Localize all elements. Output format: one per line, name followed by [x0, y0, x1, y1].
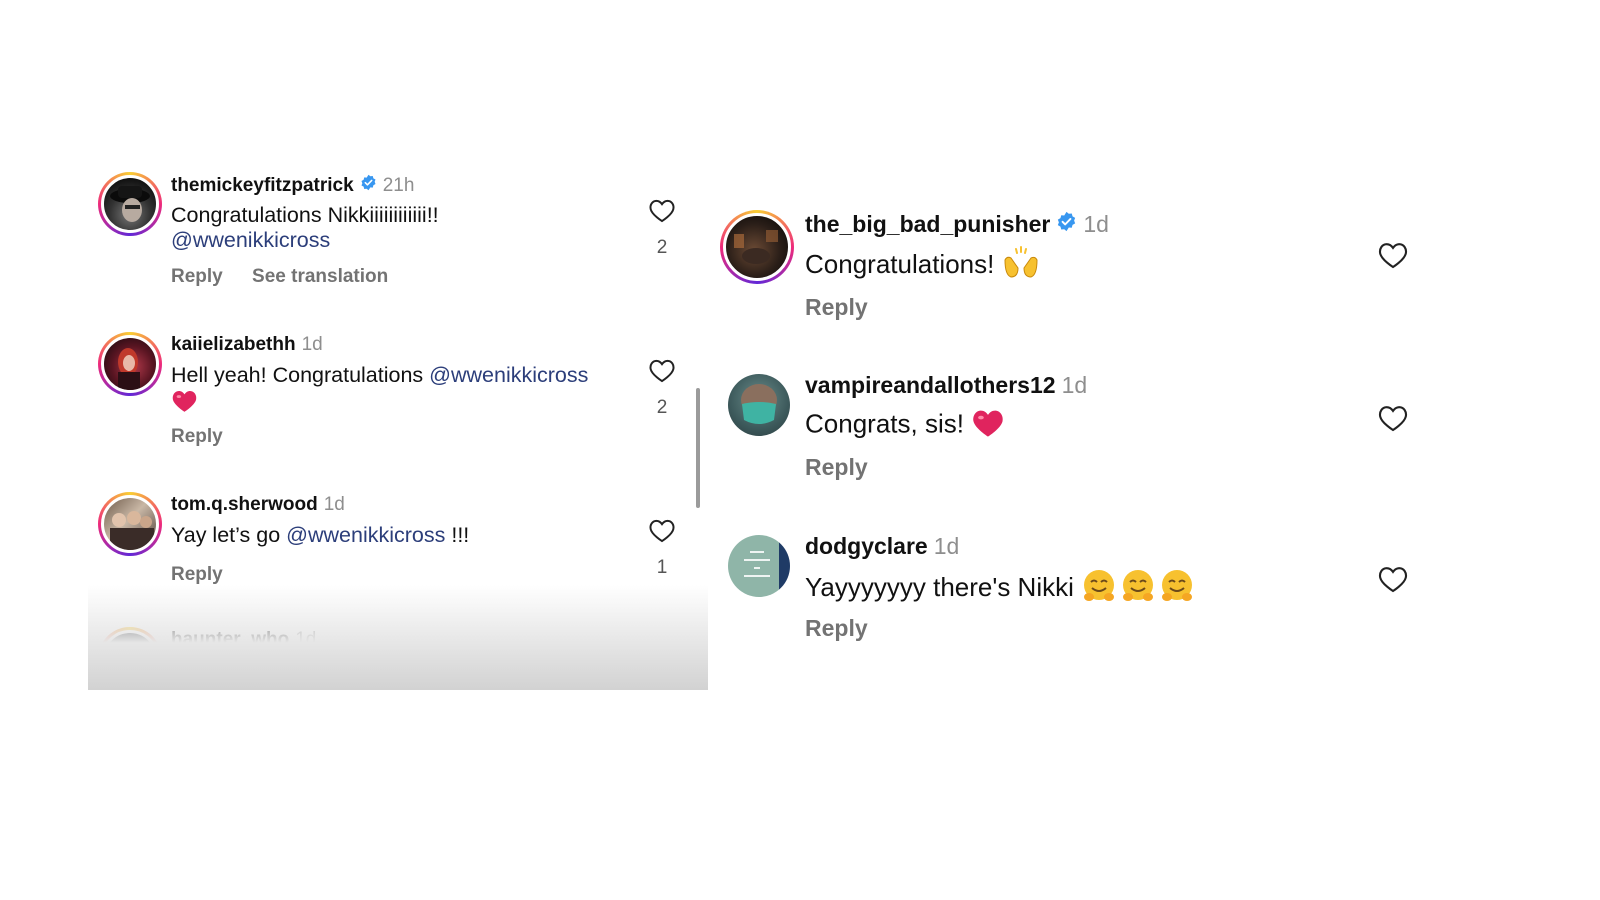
mention-link[interactable]: @wwenikkicross [171, 228, 330, 252]
reply-button[interactable]: Reply [171, 266, 223, 287]
comment-actions: Reply [171, 564, 247, 586]
username[interactable]: tom.q.sherwood [171, 494, 318, 516]
mention-link[interactable]: @wwenikkicross [429, 363, 588, 387]
book-cover-icon [744, 551, 770, 577]
username[interactable]: themickeyfitzpatrick [171, 175, 354, 197]
scrollbar[interactable] [696, 388, 700, 508]
comment-text: Congrats, sis! [805, 407, 1005, 444]
like-heart-icon[interactable] [1377, 564, 1409, 593]
comment-text: Congratulations Nikkiiiiiiiiiiii!! @wwen… [171, 203, 439, 253]
dark-room-icon [734, 230, 778, 264]
group-photo-icon [110, 511, 154, 550]
comment-header: the_big_bad_punisher 1d [805, 211, 1109, 238]
dark-figure-icon [123, 650, 133, 668]
red-heart-emoji-icon [171, 388, 198, 419]
username[interactable]: the_big_bad_punisher [805, 211, 1050, 238]
like-count: 2 [656, 397, 668, 418]
verified-badge-icon [360, 174, 377, 197]
mention-link[interactable]: @wwenikkicross [286, 523, 445, 547]
like-count: 2 [656, 237, 668, 258]
comment-text: Yay let’s go @wwenikkicross !!! [171, 523, 469, 548]
comment-actions: Reply See translation [171, 266, 412, 288]
comment-time: 1d [295, 629, 317, 650]
comment-text-line: Hell yeah! Congratulations [171, 363, 424, 387]
comment-text: Hell yeah! Congratulations @wwenikkicros… [171, 363, 588, 419]
comment-header: dodgyclare 1d [805, 533, 959, 560]
comment-time: 1d [1061, 372, 1088, 398]
comment-header: haunter_who 1d [171, 629, 316, 651]
reply-button[interactable]: Reply [171, 564, 223, 585]
comment-time: 21h [382, 174, 415, 196]
comment-text-line: !!! [451, 523, 470, 547]
face-with-mask-icon [741, 384, 777, 424]
comment-header: themickeyfitzpatrick 21h [171, 174, 414, 197]
reply-button[interactable]: Reply [805, 615, 868, 641]
comment-text: Yayyyyyyy there's Nikki [805, 568, 1199, 610]
like-heart-icon[interactable] [648, 197, 676, 223]
comment-time: 1d [1083, 211, 1109, 237]
comment-time: 1d [301, 334, 323, 355]
like-heart-icon[interactable] [1377, 403, 1409, 432]
comment-time: 1d [323, 494, 345, 515]
comment-actions: Reply [805, 615, 892, 642]
avatar[interactable] [98, 492, 162, 556]
comment-actions: Reply [805, 454, 892, 481]
comment-text-line: Yay let’s go [171, 523, 281, 547]
like-heart-icon[interactable] [648, 357, 676, 383]
like-count: 1 [656, 557, 668, 578]
comment-header: kaiielizabethh 1d [171, 334, 323, 356]
comment-text [171, 656, 301, 690]
hugging-face-emoji-icon [1081, 568, 1199, 610]
username[interactable]: dodgyclare [805, 533, 928, 560]
like-heart-icon[interactable] [648, 517, 676, 543]
avatar[interactable] [728, 374, 790, 436]
comment-header: vampireandallothers12 1d [805, 372, 1087, 399]
like-heart-icon[interactable] [648, 652, 676, 678]
comment-text-line: Yayyyyyyy there's Nikki [805, 571, 1074, 602]
man-in-hat-icon [110, 186, 150, 222]
reply-button[interactable]: Reply [805, 294, 868, 320]
avatar[interactable] [728, 535, 790, 597]
comment-actions: Reply [171, 426, 247, 448]
username[interactable]: vampireandallothers12 [805, 372, 1056, 399]
username[interactable]: kaiielizabethh [171, 334, 296, 356]
comment-actions: Reply [805, 294, 892, 321]
raising-hands-emoji-icon [1002, 246, 1040, 286]
comment-text-line: Congrats, sis! [805, 408, 964, 439]
left-comments-panel: themickeyfitzpatrick 21h Congratulations… [88, 160, 708, 690]
like-heart-icon[interactable] [1377, 240, 1409, 269]
comment-text: Congratulations! [805, 246, 1040, 286]
comment-text-line: Congratulations! [805, 248, 995, 279]
username[interactable]: haunter_who [171, 629, 289, 651]
clapping-hands-emoji-icon [171, 656, 301, 690]
avatar[interactable] [98, 332, 162, 396]
avatar[interactable] [720, 210, 794, 284]
woman-red-hair-icon [118, 348, 140, 390]
comment-header: tom.q.sherwood 1d [171, 494, 345, 516]
comment-text-line: Congratulations Nikkiiiiiiiiiiii!! [171, 203, 439, 227]
reply-button[interactable]: Reply [171, 426, 223, 447]
avatar[interactable] [98, 172, 162, 236]
comment-time: 1d [933, 533, 960, 559]
verified-badge-icon [1056, 211, 1077, 238]
reply-button[interactable]: Reply [805, 454, 868, 480]
right-comments-panel: the_big_bad_punisher 1d Congratulations!… [720, 180, 1460, 680]
avatar[interactable] [98, 627, 162, 690]
red-heart-emoji-icon [971, 407, 1005, 444]
see-translation-button[interactable]: See translation [252, 266, 388, 287]
